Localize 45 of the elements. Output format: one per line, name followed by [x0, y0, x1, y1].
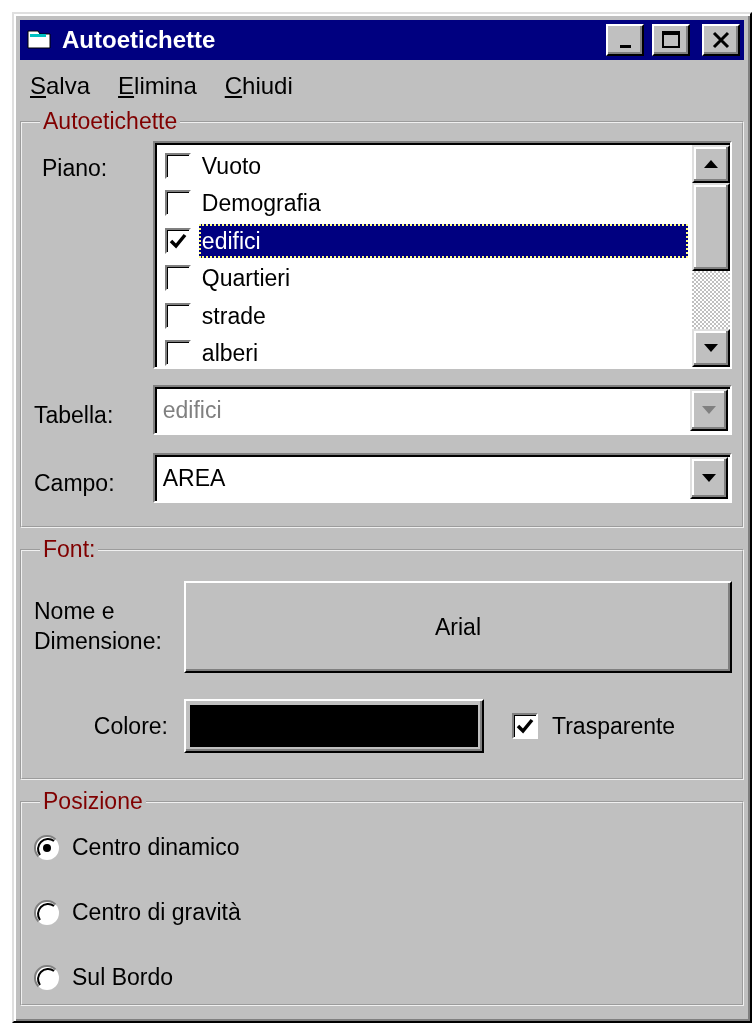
scroll-down-button[interactable]: [692, 329, 730, 367]
list-item[interactable]: edifici: [198, 223, 688, 258]
menu-item[interactable]: Elimina: [118, 68, 197, 104]
group-title: Font:: [42, 538, 97, 561]
group-title: Autoetichette: [42, 110, 179, 133]
app-icon: [26, 28, 54, 52]
maximize-button[interactable]: [652, 24, 690, 56]
field-label: Campo:: [34, 468, 116, 498]
up-arrow-icon: [704, 160, 718, 168]
dropdown-arrow-icon: [702, 474, 716, 482]
down-arrow-icon: [704, 344, 718, 352]
maximize-icon: [661, 30, 681, 50]
field-label: Piano:: [41, 154, 109, 183]
checkbox[interactable]: [512, 713, 538, 739]
dropdown-arrow-icon: [702, 406, 716, 414]
radio-label: Centro dinamico: [72, 833, 240, 863]
list-item[interactable]: strade: [198, 298, 688, 333]
color-button[interactable]: [184, 699, 484, 753]
window-title: Autoetichette: [62, 25, 217, 55]
list-item[interactable]: Vuoto: [198, 148, 688, 183]
checkbox-label: Trasparente: [552, 711, 676, 741]
radio-button[interactable]: [34, 899, 60, 926]
field-label: Nome e Dimensione:: [34, 597, 163, 656]
radio-button[interactable]: [34, 964, 60, 991]
radio-label: Centro di gravità: [72, 898, 241, 928]
radio-label: Sul Bordo: [72, 963, 173, 993]
close-button[interactable]: [702, 24, 740, 56]
list-item[interactable]: Demografia: [198, 186, 688, 221]
field-label: Colore:: [92, 711, 168, 741]
close-icon: [712, 31, 730, 49]
list-item[interactable]: Quartieri: [198, 261, 688, 296]
minimize-icon: [619, 44, 631, 48]
scroll-thumb[interactable]: [692, 183, 730, 271]
menu-item[interactable]: Chiudi: [224, 68, 293, 104]
group-title: Posizione: [42, 790, 144, 813]
radio-button[interactable]: [34, 834, 60, 861]
dropdown[interactable]: AREA: [152, 453, 732, 503]
field-label: Tabella:: [34, 400, 115, 430]
scroll-up-button[interactable]: [692, 145, 730, 183]
list-item[interactable]: alberi: [198, 336, 688, 371]
font-button[interactable]: Arial: [184, 581, 732, 673]
checkbox[interactable]: [164, 340, 191, 367]
menu-item[interactable]: Salva: [30, 68, 91, 104]
minimize-button[interactable]: [606, 24, 644, 56]
layer-list[interactable]: Vuoto Demografia edifici Quartieri strade alberi: [152, 141, 732, 369]
